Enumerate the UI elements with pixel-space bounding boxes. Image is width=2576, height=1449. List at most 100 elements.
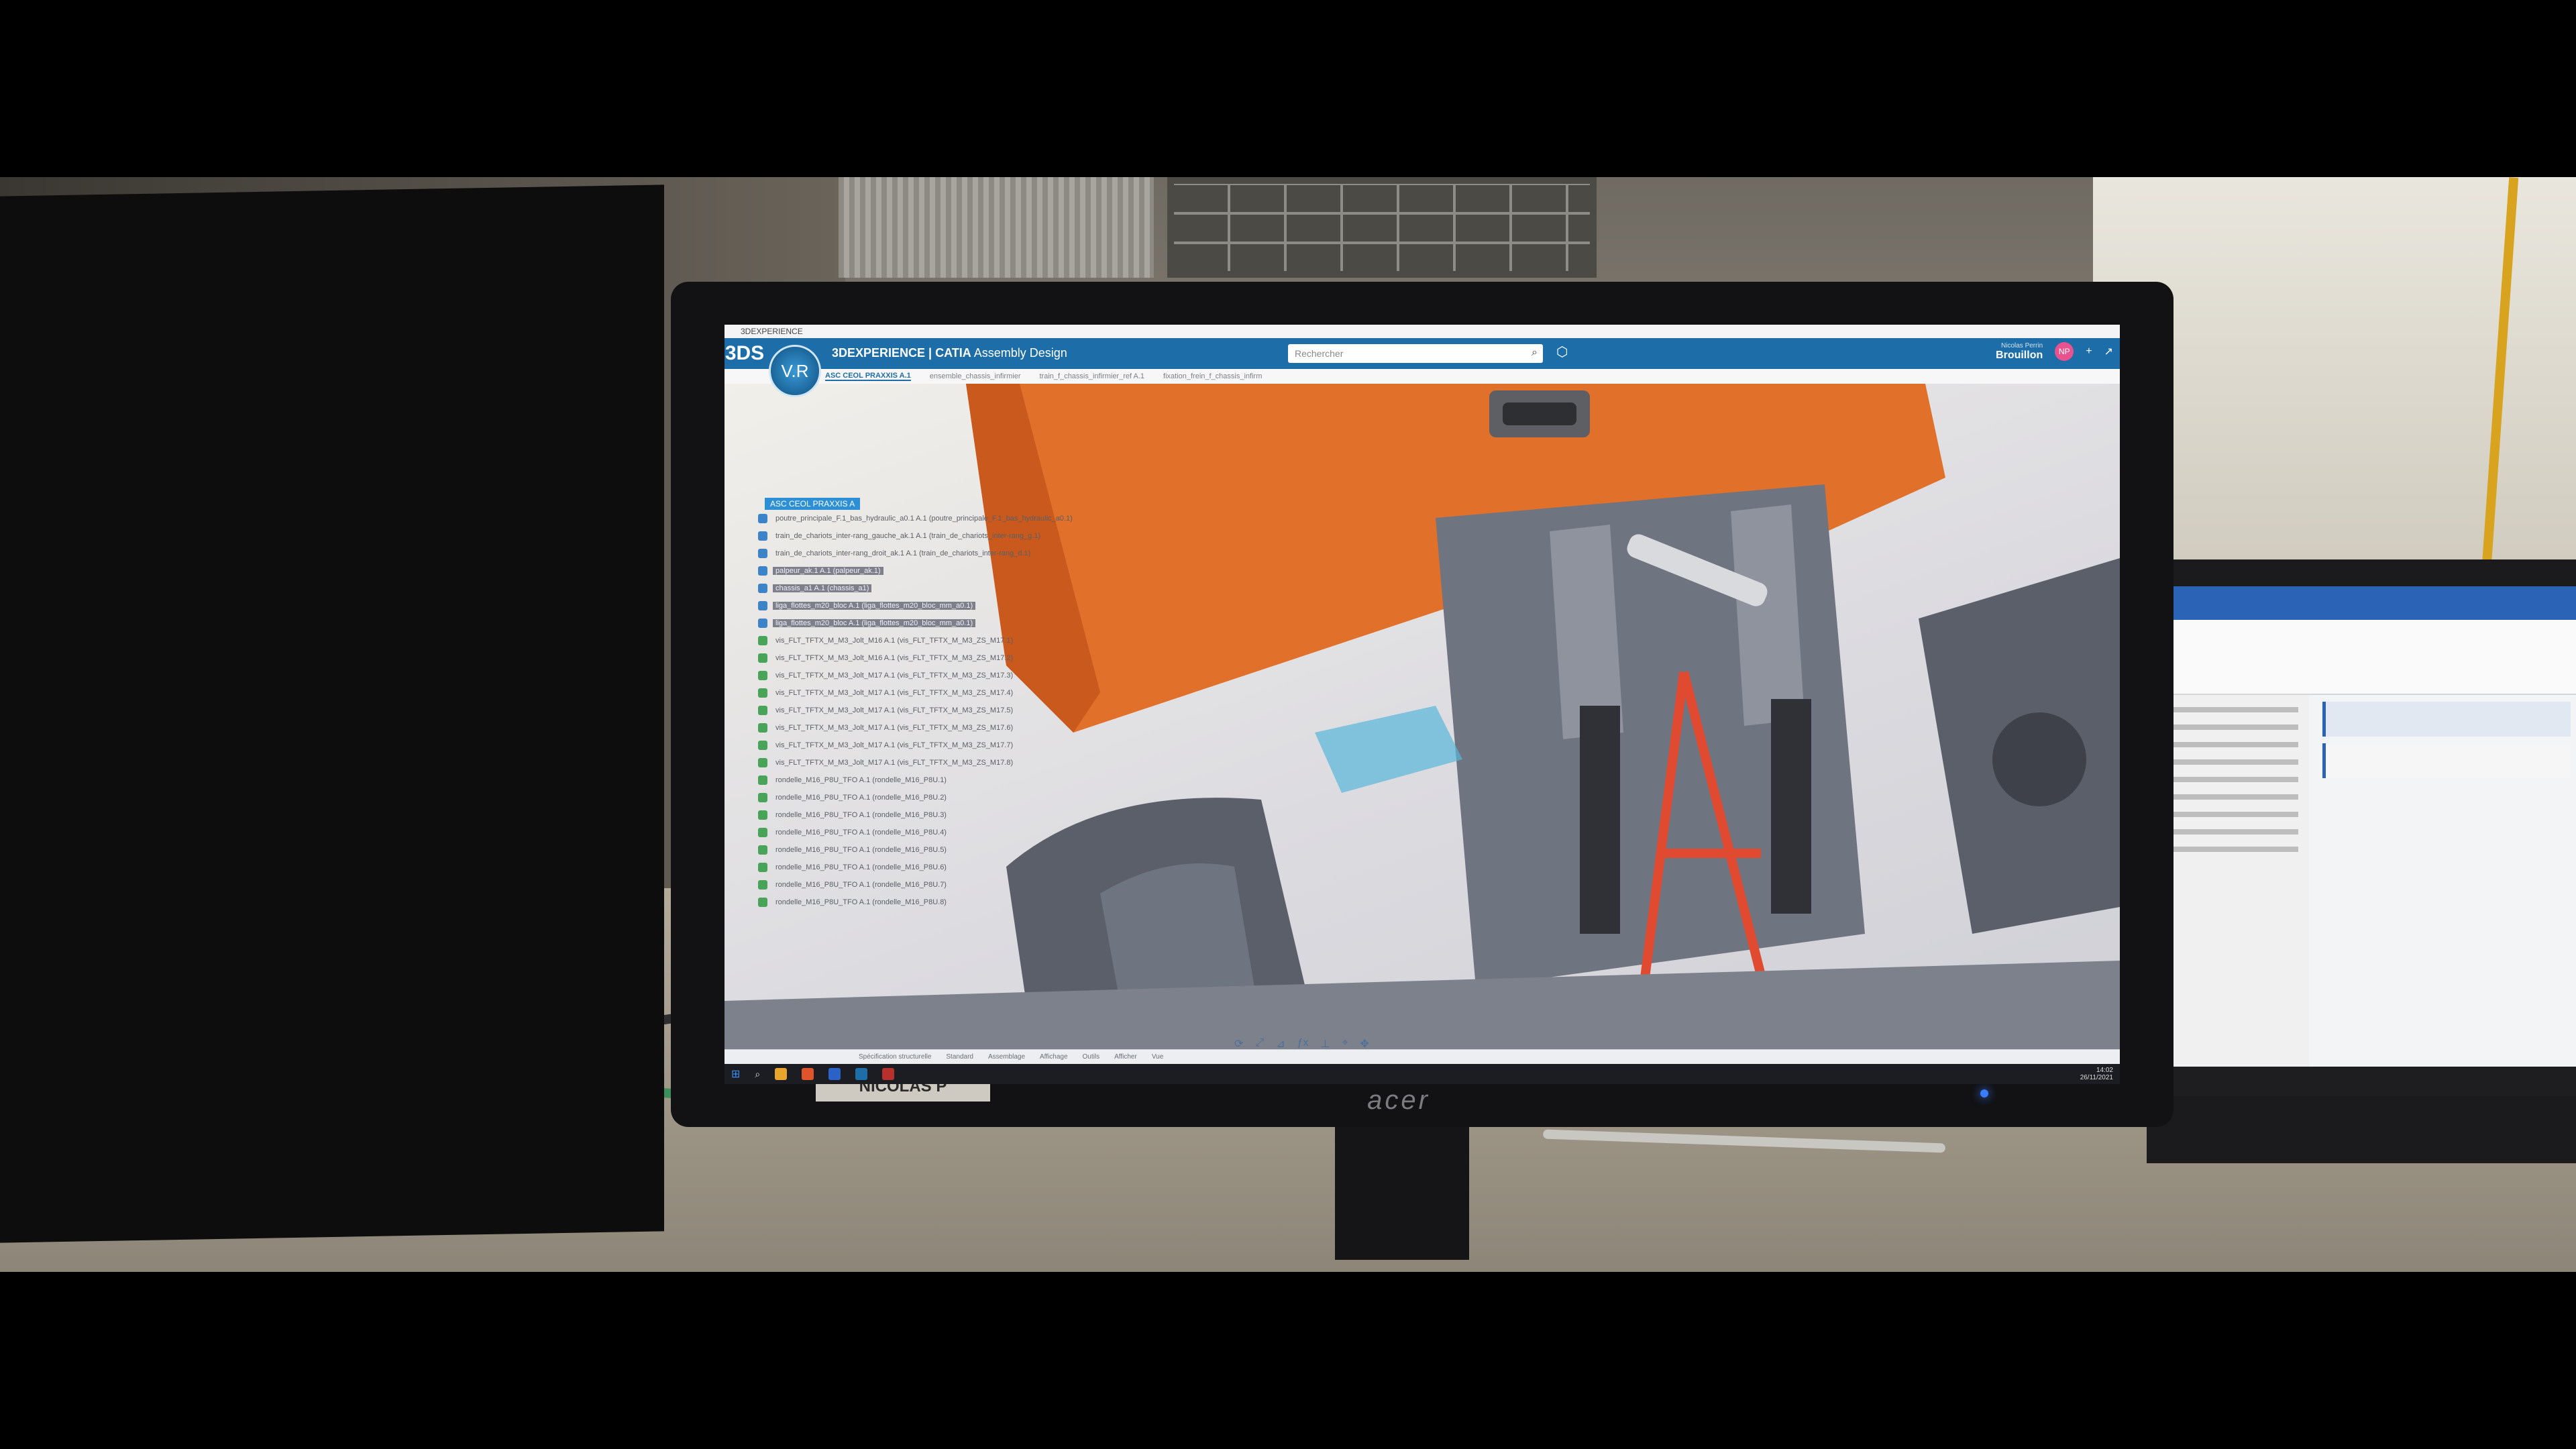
mail-item[interactable]: [2322, 743, 2571, 778]
tree-node-label: palpeur_ak.1 A.1 (palpeur_ak.1): [773, 567, 883, 575]
letterbox-top: [0, 0, 2576, 177]
catia-screen: 3DEXPERIENCE 3DS V.R 3DEXPERIENCE | CATI…: [724, 325, 2120, 1084]
tree-node-label: vis_FLT_TFTX_M_M3_Jolt_M17 A.1 (vis_FLT_…: [775, 706, 1014, 714]
nav-item[interactable]: [2172, 829, 2298, 835]
section-bar: Spécification structurelle Standard Asse…: [724, 1049, 2120, 1064]
tree-node[interactable]: rondelle_M16_P8U_TFO A.1 (rondelle_M16_P…: [751, 894, 1127, 911]
tree-node-label: train_de_chariots_inter-rang_droit_ak.1 …: [775, 549, 1031, 557]
explode-icon[interactable]: ✥: [1360, 1037, 1368, 1051]
tree-node[interactable]: rondelle_M16_P8U_TFO A.1 (rondelle_M16_P…: [751, 771, 1127, 789]
search-icon[interactable]: ⌕: [755, 1069, 760, 1080]
tree-node[interactable]: train_de_chariots_inter-rang_droit_ak.1 …: [751, 545, 1127, 562]
nav-item[interactable]: [2172, 812, 2298, 817]
nav-item[interactable]: [2172, 777, 2298, 782]
tree-node-label: vis_FLT_TFTX_M_M3_Jolt_M16 A.1 (vis_FLT_…: [775, 637, 1014, 645]
part-icon: [758, 880, 767, 890]
search-icon[interactable]: ⌕: [1532, 347, 1538, 359]
part-icon: [758, 828, 767, 837]
nav-item[interactable]: [2172, 742, 2298, 747]
add-icon[interactable]: +: [2086, 345, 2092, 358]
nav-item[interactable]: [2172, 794, 2298, 800]
section-tab[interactable]: Outils: [1083, 1053, 1100, 1061]
tree-node[interactable]: rondelle_M16_P8U_TFO A.1 (rondelle_M16_P…: [751, 876, 1127, 894]
tree-node[interactable]: rondelle_M16_P8U_TFO A.1 (rondelle_M16_P…: [751, 824, 1127, 841]
tree-node-label: rondelle_M16_P8U_TFO A.1 (rondelle_M16_P…: [775, 846, 947, 854]
outlook-icon[interactable]: [828, 1068, 841, 1080]
tree-node[interactable]: rondelle_M16_P8U_TFO A.1 (rondelle_M16_P…: [751, 806, 1127, 824]
tree-node[interactable]: poutre_principale_F.1_bas_hydraulic_a0.1…: [751, 510, 1127, 527]
part-icon: [758, 653, 767, 663]
part-icon: [758, 863, 767, 872]
tree-node[interactable]: vis_FLT_TFTX_M_M3_Jolt_M17 A.1 (vis_FLT_…: [751, 754, 1127, 771]
tree-node-label: vis_FLT_TFTX_M_M3_Jolt_M17 A.1 (vis_FLT_…: [775, 759, 1014, 767]
nav-item[interactable]: [2172, 724, 2298, 730]
share-icon[interactable]: ↗: [2104, 345, 2113, 358]
tree-node[interactable]: vis_FLT_TFTX_M_M3_Jolt_M16 A.1 (vis_FLT_…: [751, 632, 1127, 649]
tree-node[interactable]: vis_FLT_TFTX_M_M3_Jolt_M16 A.1 (vis_FLT_…: [751, 649, 1127, 667]
assembly-icon: [758, 566, 767, 576]
outlook-titlebar: [2161, 586, 2576, 620]
compass-icon[interactable]: V.R: [769, 345, 821, 397]
windows-start-icon[interactable]: ⊞: [731, 1067, 740, 1081]
nav-item[interactable]: [2172, 847, 2298, 852]
tree-node[interactable]: liga_flottes_m20_bloc A.1 (liga_flottes_…: [751, 614, 1127, 632]
measure-icon[interactable]: ⊿: [1276, 1037, 1285, 1051]
tree-node[interactable]: vis_FLT_TFTX_M_M3_Jolt_M17 A.1 (vis_FLT_…: [751, 667, 1127, 684]
tree-node[interactable]: vis_FLT_TFTX_M_M3_Jolt_M17 A.1 (vis_FLT_…: [751, 702, 1127, 719]
tab[interactable]: fixation_frein_f_chassis_infirm: [1163, 372, 1262, 380]
tree-node[interactable]: vis_FLT_TFTX_M_M3_Jolt_M17 A.1 (vis_FLT_…: [751, 684, 1127, 702]
formula-icon[interactable]: ƒx: [1297, 1037, 1309, 1051]
tag-icon[interactable]: ⬡: [1556, 343, 1568, 360]
tree-node[interactable]: rondelle_M16_P8U_TFO A.1 (rondelle_M16_P…: [751, 789, 1127, 806]
assembly-icon: [758, 549, 767, 558]
tree-node[interactable]: palpeur_ak.1 A.1 (palpeur_ak.1): [751, 562, 1127, 580]
nav-item[interactable]: [2172, 707, 2298, 712]
tab[interactable]: train_f_chassis_infirmier_ref A.1: [1040, 372, 1145, 380]
tab-active[interactable]: ASC CEOL PRAXXIS A.1: [825, 372, 911, 381]
section-tab[interactable]: Afficher: [1114, 1053, 1137, 1061]
section-tab[interactable]: Vue: [1152, 1053, 1163, 1061]
specification-tree: ASC CEOL PRAXXIS A poutre_principale_F.1…: [751, 498, 1127, 911]
app-title: 3DEXPERIENCE | CATIA Assembly Design: [832, 346, 1067, 360]
mail-item[interactable]: [2322, 702, 2571, 737]
section-tab[interactable]: Assemblage: [988, 1053, 1025, 1061]
tree-node[interactable]: rondelle_M16_P8U_TFO A.1 (rondelle_M16_P…: [751, 859, 1127, 876]
section-tab[interactable]: Affichage: [1040, 1053, 1068, 1061]
fit-icon[interactable]: ⤢: [1255, 1037, 1264, 1051]
nav-item[interactable]: [2172, 759, 2298, 765]
laptop-taskbar: [2161, 1067, 2576, 1096]
section-tab[interactable]: Standard: [946, 1053, 973, 1061]
tree-node-label: rondelle_M16_P8U_TFO A.1 (rondelle_M16_P…: [775, 881, 947, 889]
3ds-logo[interactable]: 3DS: [724, 342, 765, 365]
section-tab[interactable]: Spécification structurelle: [859, 1053, 931, 1061]
app-name: Assembly Design: [973, 346, 1067, 360]
tree-node-label: vis_FLT_TFTX_M_M3_Jolt_M17 A.1 (vis_FLT_…: [775, 724, 1014, 732]
tree-node[interactable]: liga_flottes_m20_bloc A.1 (liga_flottes_…: [751, 597, 1127, 614]
workspace-selector[interactable]: Brouillon: [1996, 350, 2043, 362]
tree-root[interactable]: ASC CEOL PRAXXIS A: [765, 498, 861, 510]
tree-node[interactable]: train_de_chariots_inter-rang_gauche_ak.1…: [751, 527, 1127, 545]
tree-node-label: rondelle_M16_P8U_TFO A.1 (rondelle_M16_P…: [775, 898, 947, 906]
search-input[interactable]: Rechercher ⌕: [1288, 344, 1543, 363]
tree-node-label: chassis_a1 A.1 (chassis_a1): [773, 584, 872, 592]
snap-icon[interactable]: ⌖: [1342, 1037, 1348, 1051]
firefox-icon[interactable]: [802, 1068, 814, 1080]
tree-node[interactable]: vis_FLT_TFTX_M_M3_Jolt_M17 A.1 (vis_FLT_…: [751, 719, 1127, 737]
window-titlebar: 3DEXPERIENCE: [724, 325, 2120, 338]
laptop-screen: [2161, 586, 2576, 1096]
tree-node[interactable]: chassis_a1 A.1 (chassis_a1): [751, 580, 1127, 597]
catia-icon[interactable]: [855, 1068, 868, 1080]
constraint-icon[interactable]: ⊥: [1321, 1037, 1330, 1051]
monitor-stand: [1335, 1126, 1469, 1260]
assembly-icon: [758, 531, 767, 541]
tree-node[interactable]: vis_FLT_TFTX_M_M3_Jolt_M17 A.1 (vis_FLT_…: [751, 737, 1127, 754]
rotate-icon[interactable]: ⟳: [1234, 1037, 1243, 1051]
avatar[interactable]: NP: [2055, 342, 2074, 362]
tree-node[interactable]: rondelle_M16_P8U_TFO A.1 (rondelle_M16_P…: [751, 841, 1127, 859]
tab[interactable]: ensemble_chassis_infirmier: [930, 372, 1021, 380]
3d-viewport[interactable]: ASC CEOL PRAXXIS A poutre_principale_F.1…: [724, 384, 2120, 1049]
tree-node-label: rondelle_M16_P8U_TFO A.1 (rondelle_M16_P…: [775, 863, 947, 871]
pdf-icon[interactable]: [882, 1068, 895, 1080]
file-explorer-icon[interactable]: [775, 1068, 788, 1080]
header-right: Nicolas Perrin Brouillon NP + ↗: [1996, 342, 2113, 362]
